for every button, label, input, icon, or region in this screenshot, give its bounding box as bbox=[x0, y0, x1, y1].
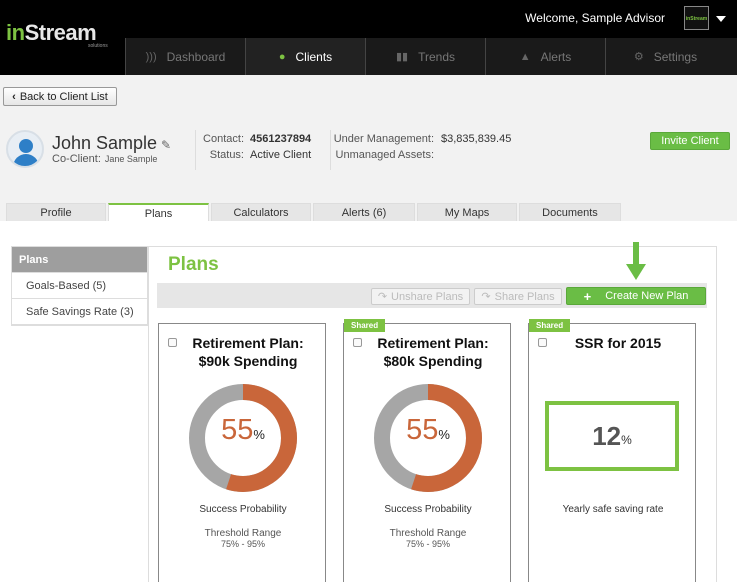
logo-subtitle: solutions bbox=[88, 43, 108, 49]
tab-plans[interactable]: Plans bbox=[108, 203, 209, 222]
contact-value: 4561237894 bbox=[250, 133, 312, 145]
shared-badge: Shared bbox=[344, 319, 386, 332]
plan-title[interactable]: Retirement Plan: $90k Spending bbox=[183, 334, 313, 370]
nav-tab-clients[interactable]: ● Clients bbox=[245, 38, 365, 75]
plans-sidebar: Plans Goals-Based (5) Safe Savings Rate … bbox=[11, 246, 148, 326]
bar-chart-icon: ▮▮ bbox=[395, 51, 409, 63]
chevron-left-icon: ‹ bbox=[12, 90, 16, 103]
ssr-value-box: 12% bbox=[545, 401, 679, 471]
status-label: Status: bbox=[209, 149, 244, 161]
client-tabs: Profile Plans Calculators Alerts (6) My … bbox=[6, 203, 623, 222]
share-plans-button[interactable]: ↷ Share Plans bbox=[474, 288, 562, 305]
tab-calculators[interactable]: Calculators bbox=[211, 203, 311, 221]
success-percent: 55% bbox=[221, 414, 265, 446]
plan-select-checkbox[interactable] bbox=[353, 338, 362, 347]
contact-label: Contact: bbox=[203, 133, 244, 145]
under-management-value: $3,835,839.45 bbox=[441, 133, 512, 145]
back-to-client-list-button[interactable]: ‹ Back to Client List bbox=[3, 87, 117, 106]
threshold-label: Threshold Range bbox=[204, 528, 282, 539]
invite-client-button[interactable]: Invite Client bbox=[650, 132, 730, 150]
rss-icon: ))) bbox=[145, 50, 157, 63]
tab-documents[interactable]: Documents bbox=[519, 203, 621, 221]
welcome-text: Welcome, Sample Advisor bbox=[525, 11, 665, 25]
instream-logo[interactable]: inStream bbox=[6, 20, 97, 46]
gear-icon: ⚙ bbox=[633, 51, 644, 63]
success-percent: 55% bbox=[406, 414, 450, 446]
success-probability-caption: Success Probability bbox=[384, 504, 472, 515]
plan-title[interactable]: SSR for 2015 bbox=[553, 334, 683, 352]
user-icon: ● bbox=[278, 50, 286, 63]
sidebar-item-goals-based[interactable]: Goals-Based (5) bbox=[12, 273, 147, 299]
arrow-down-icon bbox=[626, 242, 646, 280]
ssr-caption: Yearly safe saving rate bbox=[562, 504, 664, 515]
success-probability-caption: Success Probability bbox=[199, 504, 287, 515]
plus-icon: + bbox=[583, 288, 592, 304]
edit-icon[interactable]: ✎ bbox=[161, 138, 171, 152]
nav-tab-alerts[interactable]: ▲ Alerts bbox=[485, 38, 605, 75]
sidebar-header-plans[interactable]: Plans bbox=[12, 247, 147, 273]
tab-profile[interactable]: Profile bbox=[6, 203, 106, 221]
client-name: John Sample bbox=[52, 133, 158, 153]
tab-my-maps[interactable]: My Maps bbox=[417, 203, 517, 221]
plan-select-checkbox[interactable] bbox=[538, 338, 547, 347]
sidebar-item-safe-savings-rate[interactable]: Safe Savings Rate (3) bbox=[12, 299, 147, 325]
nav-tab-settings[interactable]: ⚙ Settings bbox=[605, 38, 725, 75]
advisor-avatar[interactable]: inStream bbox=[684, 6, 709, 30]
bell-icon: ▲ bbox=[519, 50, 531, 63]
main-nav: ))) Dashboard ● Clients ▮▮ Trends ▲ Alerts ⚙… bbox=[125, 38, 737, 75]
threshold-value: 75% - 95% bbox=[220, 539, 266, 549]
page-title: Plans bbox=[168, 254, 219, 275]
plan-card[interactable]: Shared Retirement Plan: $80k Spending 55… bbox=[343, 319, 511, 582]
threshold-label: Threshold Range bbox=[389, 528, 467, 539]
nav-tab-dashboard[interactable]: ))) Dashboard bbox=[125, 38, 245, 75]
create-new-plan-button[interactable]: + Create New Plan bbox=[566, 287, 706, 305]
tab-alerts[interactable]: Alerts (6) bbox=[313, 203, 415, 221]
unshare-icon: ↷ bbox=[377, 291, 388, 303]
plan-card[interactable]: Retirement Plan: $90k Spending 55% Succe… bbox=[158, 323, 326, 582]
logo-primary-text: in bbox=[6, 20, 25, 45]
plan-title[interactable]: Retirement Plan: $80k Spending bbox=[368, 334, 498, 370]
plan-select-checkbox[interactable] bbox=[168, 338, 177, 347]
unmanaged-assets-label: Unmanaged Assets: bbox=[335, 149, 434, 161]
logo-secondary-text: Stream bbox=[24, 20, 97, 45]
threshold-value: 75% - 95% bbox=[405, 539, 451, 549]
account-dropdown-caret-icon[interactable] bbox=[716, 16, 726, 22]
status-value: Active Client bbox=[250, 149, 312, 161]
client-avatar bbox=[6, 130, 44, 168]
under-management-label: Under Management: bbox=[333, 133, 434, 145]
unshare-plans-button[interactable]: ↷ Unshare Plans bbox=[371, 288, 470, 305]
nav-tab-trends[interactable]: ▮▮ Trends bbox=[365, 38, 485, 75]
plan-card[interactable]: Shared SSR for 2015 12% Yearly safe savi… bbox=[528, 319, 696, 582]
coclient: Co-Client: Jane Sample bbox=[52, 153, 158, 165]
share-icon: ↷ bbox=[481, 291, 491, 303]
shared-badge: Shared bbox=[529, 319, 571, 332]
